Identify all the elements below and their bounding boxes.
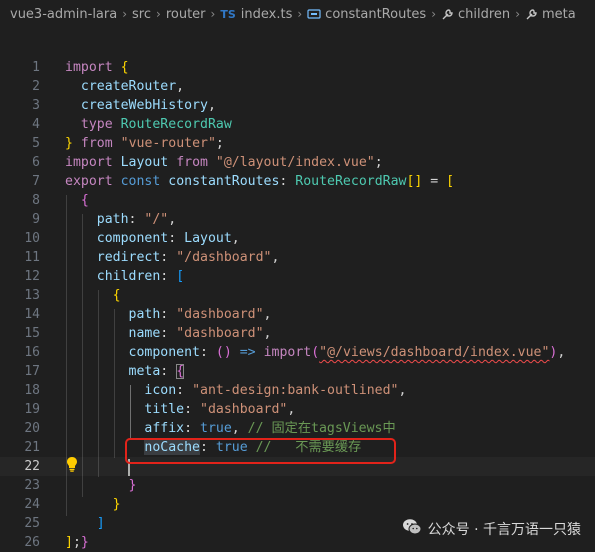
code-text: children: [	[96, 269, 185, 284]
code-text: }	[112, 497, 121, 512]
line-number: 5	[32, 136, 40, 151]
breadcrumb: vue3-admin-lara › src › router › TS inde…	[0, 0, 595, 28]
breadcrumb-item-children[interactable]: children	[441, 7, 510, 22]
breadcrumb-item-router[interactable]: router	[166, 7, 206, 22]
chevron-right-icon: ›	[515, 7, 520, 21]
wrench-icon	[441, 8, 454, 21]
code-text: component: Layout,	[96, 231, 240, 246]
watermark-text: 公众号 · 千言万语一只猿	[427, 522, 581, 538]
watermark: 公众号 · 千言万语一只猿	[402, 518, 581, 540]
line-number: 6	[32, 155, 40, 170]
line-number: 8	[32, 193, 40, 208]
line-number: 13	[24, 288, 40, 303]
code-line[interactable]: 13 {	[0, 286, 595, 305]
line-number: 25	[24, 516, 40, 531]
code-text: path: "/",	[96, 212, 177, 227]
breadcrumb-item-constant-routes[interactable]: constantRoutes	[307, 7, 426, 22]
code-line[interactable]: 6 import Layout from "@/layout/index.vue…	[0, 153, 595, 172]
line-number: 12	[24, 269, 40, 284]
code-text: import Layout from "@/layout/index.vue";	[65, 155, 383, 170]
code-line[interactable]: 8 {	[0, 191, 595, 210]
chevron-right-icon: ›	[431, 7, 437, 21]
code-line[interactable]: 11 redirect: "/dashboard",	[0, 248, 595, 267]
line-number: 21	[24, 440, 40, 455]
code-text: name: "dashboard",	[128, 326, 272, 341]
code-text: export const constantRoutes: RouteRecord…	[65, 174, 455, 189]
line-number: 4	[32, 117, 40, 132]
wrench-icon	[525, 8, 538, 21]
code-text: redirect: "/dashboard",	[96, 250, 280, 265]
code-text: ];	[65, 535, 81, 550]
code-text: meta: {	[128, 364, 185, 379]
line-number: 20	[24, 421, 40, 436]
code-line[interactable]: 20 affix: true, // 固定在tagsViews中	[0, 419, 595, 438]
code-line[interactable]: 17 meta: {	[0, 362, 595, 381]
line-number: 14	[24, 307, 40, 322]
line-number: 24	[24, 497, 40, 512]
code-text: ]	[96, 516, 105, 531]
code-text: } from "vue-router";	[65, 136, 224, 151]
line-number: 23	[24, 478, 40, 493]
line-number: 15	[24, 326, 40, 341]
code-text: {	[112, 288, 121, 303]
code-line[interactable]: 12 children: [	[0, 267, 595, 286]
breadcrumb-item-file[interactable]: TS index.ts	[220, 7, 292, 22]
line-number: 2	[32, 79, 40, 94]
chevron-right-icon: ›	[297, 7, 303, 21]
line-number: 7	[32, 174, 40, 189]
wechat-icon	[402, 518, 422, 540]
code-text: {	[80, 193, 89, 208]
code-text: path: "dashboard",	[128, 307, 272, 322]
code-line[interactable]: 3 createWebHistory,	[0, 96, 595, 115]
code-text: createWebHistory,	[80, 98, 216, 113]
code-line[interactable]: 10 component: Layout,	[0, 229, 595, 248]
chevron-right-icon: ›	[156, 7, 161, 21]
code-line[interactable]: 24 }	[0, 495, 595, 514]
chevron-right-icon: ›	[210, 7, 216, 21]
variable-icon	[307, 8, 321, 20]
code-line[interactable]: 2 createRouter,	[0, 77, 595, 96]
code-line[interactable]: 9 path: "/",	[0, 210, 595, 229]
line-number: 1	[32, 60, 40, 75]
code-line[interactable]: 23 }	[0, 476, 595, 495]
code-text: icon: "ant-design:bank-outlined",	[144, 383, 407, 398]
code-text: title: "dashboard",	[144, 402, 296, 417]
line-number: 22	[24, 459, 40, 474]
breadcrumb-item-src[interactable]: src	[132, 7, 151, 22]
code-line[interactable]: 19 title: "dashboard",	[0, 400, 595, 419]
line-number: 16	[24, 345, 40, 360]
annotation-highlight-box	[125, 438, 396, 464]
breadcrumb-item-project[interactable]: vue3-admin-lara	[10, 7, 117, 22]
code-line[interactable]: 4 type RouteRecordRaw	[0, 115, 595, 134]
line-number: 9	[32, 212, 40, 227]
code-text: affix: true, // 固定在tagsViews中	[144, 421, 396, 436]
code-line[interactable]: 15 name: "dashboard",	[0, 324, 595, 343]
code-line[interactable]: 5 } from "vue-router";	[0, 134, 595, 153]
code-line[interactable]: 16 component: () => import("@/views/dash…	[0, 343, 595, 362]
line-number: 19	[24, 402, 40, 417]
line-number: 18	[24, 383, 40, 398]
code-text: type RouteRecordRaw	[80, 117, 232, 132]
line-number: 17	[24, 364, 40, 379]
code-text: }	[128, 478, 137, 493]
chevron-right-icon: ›	[122, 7, 128, 21]
lightbulb-icon[interactable]	[65, 456, 79, 472]
code-line[interactable]: 14 path: "dashboard",	[0, 305, 595, 324]
code-text: import {	[65, 60, 129, 75]
code-text: createRouter,	[80, 79, 185, 94]
typescript-file-icon: TS	[220, 7, 236, 21]
code-text: component: () => import("@/views/dashboa…	[128, 345, 566, 360]
line-number: 11	[24, 250, 40, 265]
line-number: 3	[32, 98, 40, 113]
code-line[interactable]: 1 import {	[0, 58, 595, 77]
line-number: 10	[24, 231, 40, 246]
code-editor[interactable]: 1 import { 2 createRouter, 3 createWebHi…	[0, 28, 595, 552]
breadcrumb-item-meta[interactable]: meta	[525, 7, 576, 22]
code-line[interactable]: 7 export const constantRoutes: RouteReco…	[0, 172, 595, 191]
code-line[interactable]: 18 icon: "ant-design:bank-outlined",	[0, 381, 595, 400]
